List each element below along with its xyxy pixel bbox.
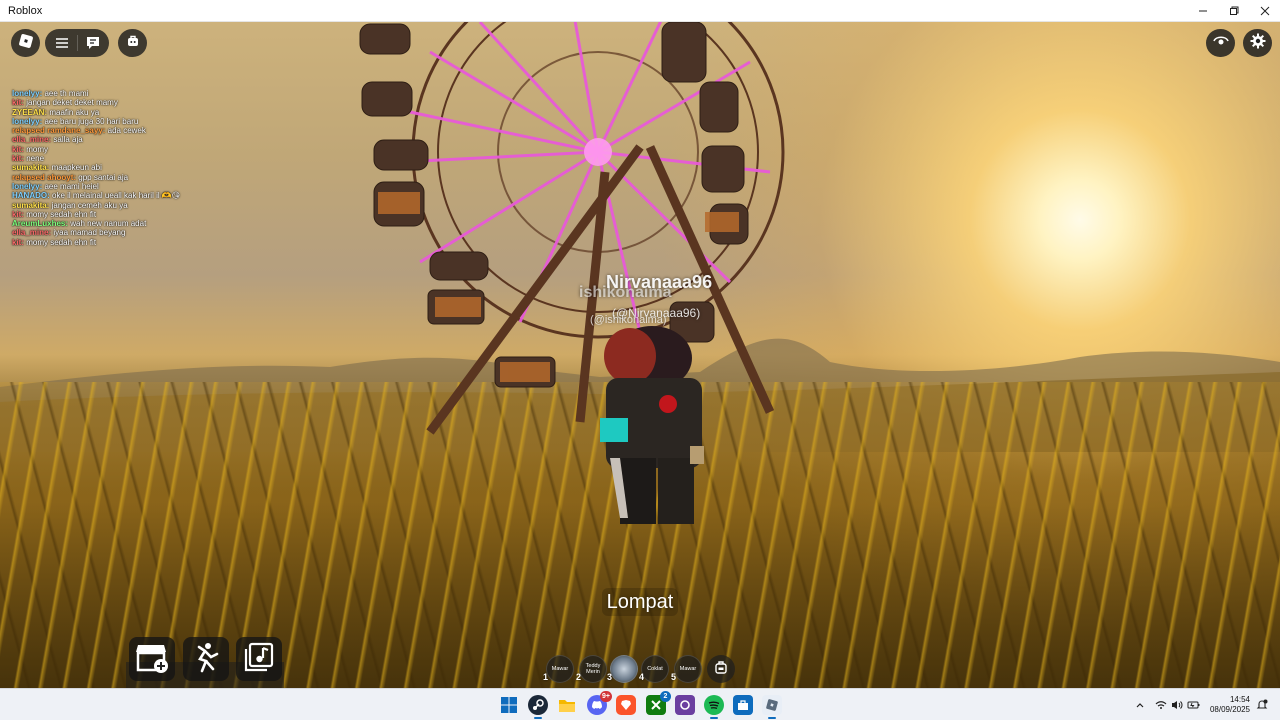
eye-icon [1212,34,1229,52]
clock-time: 14:54 [1229,695,1250,704]
hotbar-slot-number: 3 [607,672,613,682]
ferris-wheel [359,22,785,435]
player-avatar [600,326,704,524]
restore-button[interactable] [1218,0,1249,22]
backpack-icon [126,34,140,53]
clock-date: 08/09/2025 [1209,705,1250,714]
hotbar-slot-number: 2 [576,672,582,682]
backpack-button[interactable] [118,29,147,57]
menu-chat-pill [45,29,109,57]
microsoft-store-icon[interactable] [733,695,753,715]
show-hidden-icons-button[interactable] [1135,689,1145,720]
chat-log: lonelyy: aee th mami kit: jangan deket d… [12,89,252,247]
file-explorer-icon[interactable] [557,695,577,715]
xbox-icon[interactable]: 2 [646,691,671,715]
jump-button[interactable]: Lompat [602,588,678,616]
active-indicator [768,717,776,719]
emote-dance-icon [191,641,221,678]
chat-message: sumakita: maapkeun abi [12,163,102,173]
roblox-menu-button[interactable] [11,29,40,57]
minimize-button[interactable] [1187,0,1218,22]
window-titlebar: Roblox [0,0,1280,22]
chat-message: sumakita: jangan cemeh aku ya [12,200,128,210]
chat-message: ZYEEAN: maafin aku ya [12,107,100,117]
chat-message: kit: momy sedah ehn fit [12,209,97,219]
hotbar-slot[interactable] [610,655,638,683]
hotbar-slot[interactable]: Mawar [546,655,574,683]
xbox-notification-badge: 2 [660,691,671,702]
hotbar-slot[interactable]: Coklat [641,655,669,683]
shop-button[interactable] [129,637,175,681]
inventory-button[interactable] [707,655,735,683]
settings-button[interactable] [1243,29,1272,57]
hamburger-menu-icon[interactable] [47,37,77,49]
chat-message: kit: nene [12,154,45,164]
game-viewport[interactable]: ishikonaima Nirvanaaa96 (@Nirvanaaa96) (… [0,22,1280,688]
system-clock[interactable]: 14:54 08/09/2025 [1210,695,1250,715]
shop-add-icon [135,641,169,678]
emote-button[interactable] [183,637,229,681]
chat-message: kit: jangan deket deket mamy [12,98,118,108]
chat-message: ella_mine: iyaa mamad beyang [12,228,126,238]
window-controls [1187,0,1280,22]
player2-username: (@ishikonaima) [590,314,667,326]
notification-center-icon[interactable] [1256,689,1268,720]
brave-browser-icon[interactable] [616,695,636,715]
volume-icon[interactable] [1171,689,1183,720]
hotbar-slot-number: 5 [671,672,677,682]
roblox-app-icon[interactable] [762,695,782,715]
music-library-icon [244,642,274,677]
hotbar-slot[interactable]: Teddy Merin [579,655,607,683]
active-indicator [534,717,542,719]
window-title: Roblox [8,4,43,17]
windows-start-icon[interactable] [499,695,519,715]
chat-message: kit: momy sedah ehn fit [12,237,97,247]
chat-message: kit: momy [12,144,49,154]
chat-message: HANADO: oke il melainal ueall kak haril … [12,191,181,201]
music-button[interactable] [236,637,282,681]
battery-icon[interactable] [1187,689,1200,720]
visibility-toggle-button[interactable] [1206,29,1235,57]
player1-display-name: Nirvanaaa96 [606,272,713,292]
app-purple-icon[interactable] [675,695,695,715]
hotbar-slot[interactable]: Mawar [674,655,702,683]
gear-icon [1250,33,1266,54]
discord-notification-badge: 9+ [600,691,612,702]
hotbar-slot-number: 4 [639,672,645,682]
chat-message: ella_mine: salla aja [12,135,83,145]
chat-message: lonelyy: aee th mami [12,89,89,98]
chat-message: relapsed ahooyt: gpp santai aja [12,172,129,182]
spotify-icon[interactable] [704,695,724,715]
chat-message: lonelyy: aee baru juga 30 hari baru [12,116,139,126]
roblox-logo-icon [18,33,34,54]
chat-icon[interactable] [78,36,108,50]
hotbar-slot-number: 1 [543,672,549,682]
windows-taskbar: 9+ 2 14:54 08/09/2025 [0,688,1280,720]
wifi-icon[interactable] [1155,689,1167,720]
steam-icon[interactable] [528,695,548,715]
active-indicator [710,717,718,719]
close-button[interactable] [1249,0,1280,22]
backpack-icon [714,660,728,679]
discord-icon[interactable]: 9+ [587,691,612,715]
chat-message: lonelyy: aee mami heiel [12,181,99,191]
